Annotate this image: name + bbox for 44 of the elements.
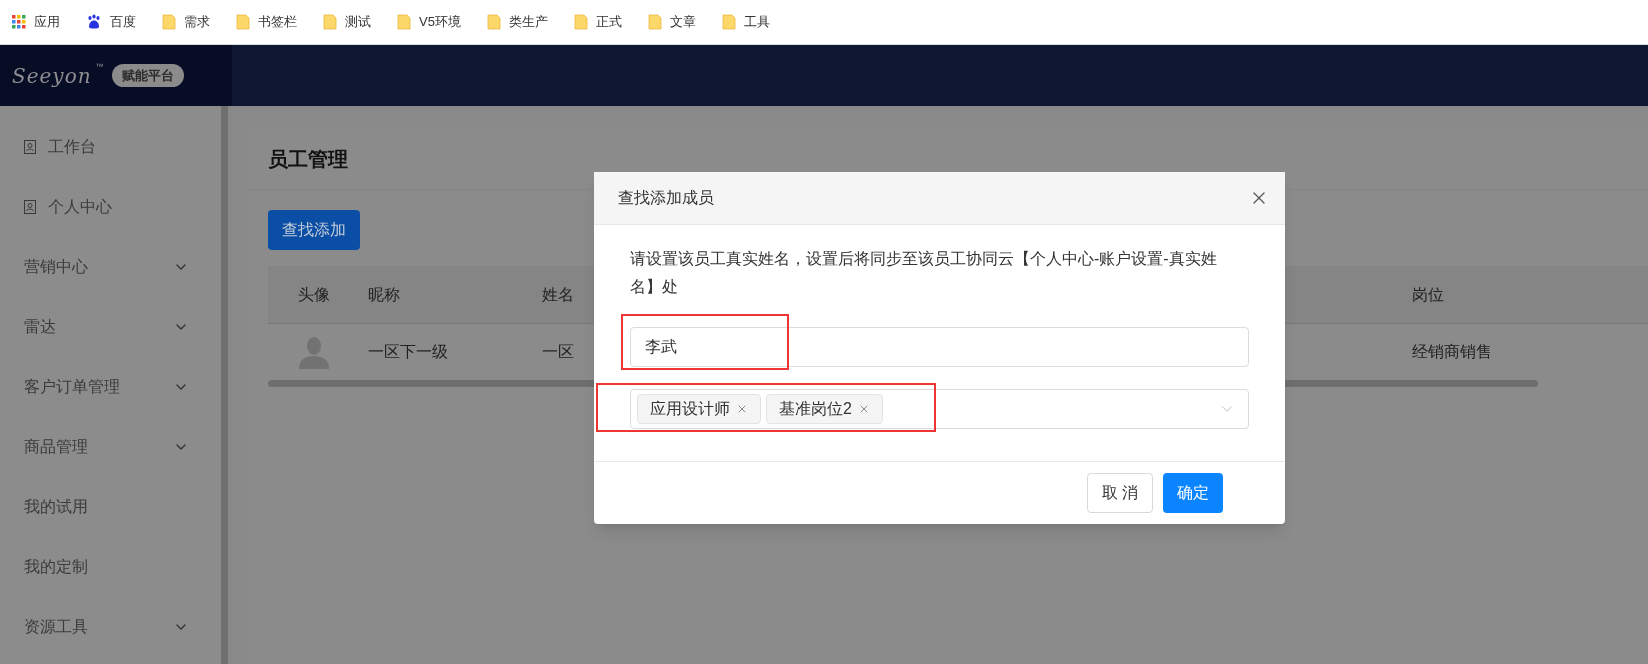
name-input[interactable]: 李武 [630,327,1249,367]
column-header: 姓名 [542,285,574,303]
column-header: 头像 [297,284,331,305]
bookmark[interactable]: V5环境 [397,12,461,32]
positions-select[interactable]: 应用设计师 基准岗位2 [630,389,1249,429]
platform-badge: 赋能平台 [111,63,184,88]
dialog-title: 查找添加成员 [618,188,714,208]
column-header: 岗位 [1412,284,1444,305]
page-title: 员工管理 [268,146,348,172]
paw-icon [86,14,102,30]
table-cell: 一区 [542,343,574,360]
folder-icon [486,14,501,30]
dialog-description: 请设置该员工真实姓名，设置后将同步至该员工协同云【个人中心-账户设置-真实姓名】处 [630,249,1218,297]
bookmark[interactable]: 正式 [573,12,622,32]
trademark: ™ [95,61,104,73]
avatar-silhouette-icon [298,335,330,369]
bookmark[interactable]: 文章 [647,12,696,32]
column-header: 昵称 [368,284,401,305]
cancel-button[interactable]: 取 消 [1086,473,1153,513]
bookmark[interactable]: 类生产 [486,12,548,32]
find-add-button[interactable]: 查找添加 [268,210,360,250]
table-cell-text: 一区下一级 [368,342,449,362]
confirm-button[interactable]: 确定 [1163,473,1223,513]
bookmark[interactable]: 测试 [323,12,371,32]
position-tag: 应用设计师 [637,394,761,424]
folder-icon [721,14,736,30]
position-tag: 基准岗位2 [766,394,883,424]
folder-icon [647,14,662,30]
folder-icon [162,14,176,30]
folder-icon [397,14,411,30]
apps-grid-icon [12,15,26,29]
contact-card-icon [24,140,36,154]
remove-icon[interactable] [736,403,748,415]
folder-icon [573,14,588,30]
folder-icon [323,14,337,30]
bookmark[interactable]: 百度 [86,12,136,32]
contact-card-icon [24,200,36,214]
folder-icon [236,14,250,30]
logo: Seeyon [12,62,92,90]
bookmark[interactable]: 需求 [162,12,210,32]
bookmark[interactable]: 书签栏 [236,12,297,32]
bookmark[interactable]: 工具 [721,12,770,32]
bookmark[interactable]: 应用 [12,12,60,32]
table-cell-text: 经销商销售 [1412,342,1492,362]
